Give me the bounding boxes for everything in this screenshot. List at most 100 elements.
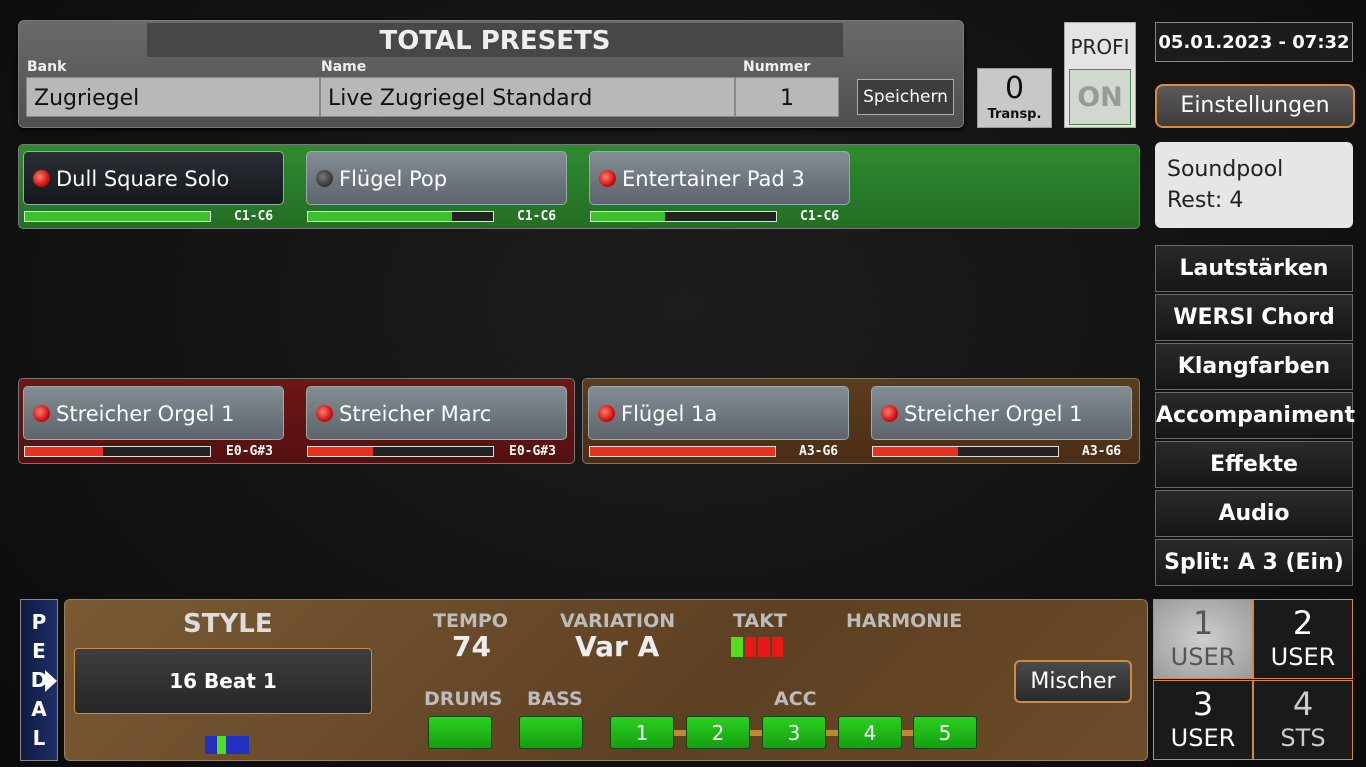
variation-value[interactable]: Var A <box>575 630 659 663</box>
settings-button[interactable]: Einstellungen <box>1155 84 1355 128</box>
pedal-letter: L <box>32 726 46 750</box>
total-presets-panel: TOTAL PRESETS Bank Name Nummer Zugriegel… <box>18 20 964 128</box>
sound-button-lower-3[interactable]: Flügel 1a <box>588 386 849 440</box>
style-label: STYLE <box>183 609 273 639</box>
menu-item-klangfarben[interactable]: Klangfarben <box>1155 343 1353 390</box>
acc-pad-3[interactable]: 3 <box>762 716 826 749</box>
sound-name: Streicher Marc <box>339 402 492 426</box>
bank-label: Bank <box>27 59 67 75</box>
takt-beat <box>744 637 756 657</box>
bank-field[interactable]: Zugriegel <box>26 77 320 117</box>
led-on-icon <box>599 170 616 187</box>
level-fill <box>25 447 103 456</box>
number-label: Nummer <box>743 59 811 75</box>
transpose-label: Transp. <box>987 107 1042 122</box>
profi-toggle[interactable]: PROFI ON <box>1064 22 1136 128</box>
sound-button-upper-3[interactable]: Entertainer Pad 3 <box>589 151 850 205</box>
sound-name: Streicher Orgel 1 <box>904 402 1083 426</box>
pedal-arrow-icon <box>45 670 57 692</box>
presets-title: TOTAL PRESETS <box>147 23 843 57</box>
mixer-button[interactable]: Mischer <box>1014 660 1132 703</box>
level-fill <box>308 447 373 456</box>
tempo-value[interactable]: 74 <box>452 630 491 663</box>
level-bar[interactable] <box>589 446 776 457</box>
user-number: 3 <box>1192 685 1214 723</box>
user-button-1[interactable]: 1 USER <box>1153 599 1253 679</box>
sound-button-lower-4[interactable]: Streicher Orgel 1 <box>871 386 1132 440</box>
led-on-icon <box>316 405 333 422</box>
user-number: 2 <box>1292 604 1314 642</box>
bass-pad[interactable] <box>519 716 583 749</box>
user-button-3[interactable]: 3 USER <box>1153 680 1253 760</box>
sound-button-lower-2[interactable]: Streicher Marc <box>306 386 567 440</box>
number-field[interactable]: 1 <box>735 77 839 117</box>
level-fill <box>308 212 453 221</box>
level-bar[interactable] <box>872 446 1059 457</box>
user-button-2[interactable]: 2 USER <box>1253 599 1353 679</box>
level-bar[interactable] <box>307 446 494 457</box>
user-label: STS <box>1280 724 1326 752</box>
level-bar[interactable] <box>24 211 211 222</box>
key-range: E0-G#3 <box>509 444 556 459</box>
pedal-letter: A <box>31 697 47 721</box>
takt-beat <box>771 637 783 657</box>
takt-beat <box>758 637 770 657</box>
level-bar[interactable] <box>590 211 777 222</box>
soundpool-rest: Rest: 4 <box>1167 188 1244 213</box>
drums-label: DRUMS <box>424 688 503 710</box>
led-on-icon <box>33 170 50 187</box>
acc-label: ACC <box>774 688 817 710</box>
level-fill <box>590 447 775 456</box>
key-range: C1-C6 <box>234 209 274 224</box>
user-label: USER <box>1270 643 1336 671</box>
sound-button-upper-1[interactable]: Dull Square Solo <box>23 151 284 205</box>
led-on-icon <box>598 405 615 422</box>
menu-item-wersi-chord[interactable]: WERSI Chord <box>1155 294 1353 341</box>
menu-item-accompaniment[interactable]: Accompaniment <box>1155 392 1355 439</box>
sound-button-upper-2[interactable]: Flügel Pop <box>306 151 567 205</box>
name-field[interactable]: Live Zugriegel Standard <box>320 77 735 117</box>
style-beat-indicator <box>205 736 249 754</box>
takt-label: TAKT <box>733 610 787 632</box>
beat-indicator-active <box>217 736 226 754</box>
user-number: 4 <box>1292 685 1314 723</box>
sound-name: Entertainer Pad 3 <box>622 167 805 191</box>
menu-item-lautstaerken[interactable]: Lautstärken <box>1155 245 1353 292</box>
acc-pad-1[interactable]: 1 <box>610 716 674 749</box>
key-range: A3-G6 <box>799 444 839 459</box>
soundpool-title: Soundpool <box>1167 157 1284 182</box>
sound-button-lower-1[interactable]: Streicher Orgel 1 <box>23 386 284 440</box>
takt-beat <box>731 637 743 657</box>
level-bar[interactable] <box>307 211 494 222</box>
takt-indicator <box>731 637 783 657</box>
acc-pad-5[interactable]: 5 <box>913 716 977 749</box>
style-name-button[interactable]: 16 Beat 1 <box>74 648 372 714</box>
user-label: USER <box>1170 724 1236 752</box>
user-button-4[interactable]: 4 STS <box>1253 680 1353 760</box>
datetime-display: 05.01.2023 - 07:32 <box>1155 22 1353 62</box>
level-fill <box>25 212 210 221</box>
sound-name: Flügel Pop <box>339 167 448 191</box>
level-fill <box>591 212 665 221</box>
name-label: Name <box>321 59 367 75</box>
transpose-value: 0 <box>1004 71 1025 106</box>
soundpool-box[interactable]: Soundpool Rest: 4 <box>1155 142 1353 228</box>
level-bar[interactable] <box>24 446 211 457</box>
transpose-button[interactable]: 0 Transp. <box>977 68 1052 128</box>
harmonie-label: HARMONIE <box>846 610 963 632</box>
acc-pad-4[interactable]: 4 <box>838 716 902 749</box>
menu-item-effekte[interactable]: Effekte <box>1155 441 1353 488</box>
sound-name: Streicher Orgel 1 <box>56 402 235 426</box>
acc-pad-2[interactable]: 2 <box>686 716 750 749</box>
user-number: 1 <box>1192 604 1214 642</box>
tempo-label: TEMPO <box>433 610 508 632</box>
drums-pad[interactable] <box>428 716 492 749</box>
save-button[interactable]: Speichern <box>857 79 954 115</box>
menu-item-audio-aufnahmen[interactable]: Audio Aufnahmen <box>1155 490 1353 571</box>
level-fill <box>873 447 959 456</box>
pedal-letter: E <box>32 639 46 663</box>
profi-state[interactable]: ON <box>1069 69 1131 125</box>
menu-item-split[interactable]: Split: A 3 (Ein) <box>1155 539 1353 586</box>
sound-name: Dull Square Solo <box>56 167 230 191</box>
key-range: E0-G#3 <box>226 444 273 459</box>
